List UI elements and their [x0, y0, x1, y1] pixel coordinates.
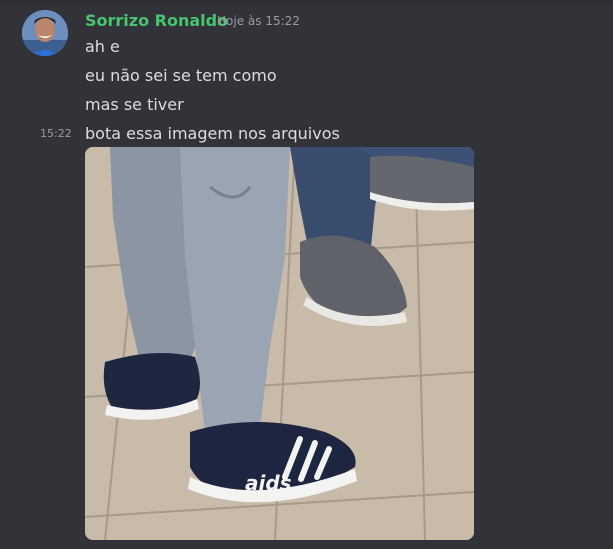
- hover-timestamp: 15:22: [40, 127, 72, 140]
- image-attachment[interactable]: aids: [85, 147, 474, 540]
- message-line-4: bota essa imagem nos arquivos: [85, 124, 340, 143]
- avatar[interactable]: [22, 10, 68, 56]
- avatar-image: [22, 10, 68, 56]
- message-line-1: ah e: [85, 37, 120, 56]
- message-line-3: mas se tiver: [85, 95, 184, 114]
- shoe-text: aids: [245, 471, 292, 495]
- message-line-2: eu não sei se tem como: [85, 66, 277, 85]
- message-group: Sorrizo Ronaldo Hoje às 15:22 ah e eu nã…: [0, 0, 613, 549]
- message-timestamp[interactable]: Hoje às 15:22: [217, 14, 300, 28]
- username[interactable]: Sorrizo Ronaldo: [85, 11, 228, 30]
- attachment-photo: aids: [85, 147, 474, 540]
